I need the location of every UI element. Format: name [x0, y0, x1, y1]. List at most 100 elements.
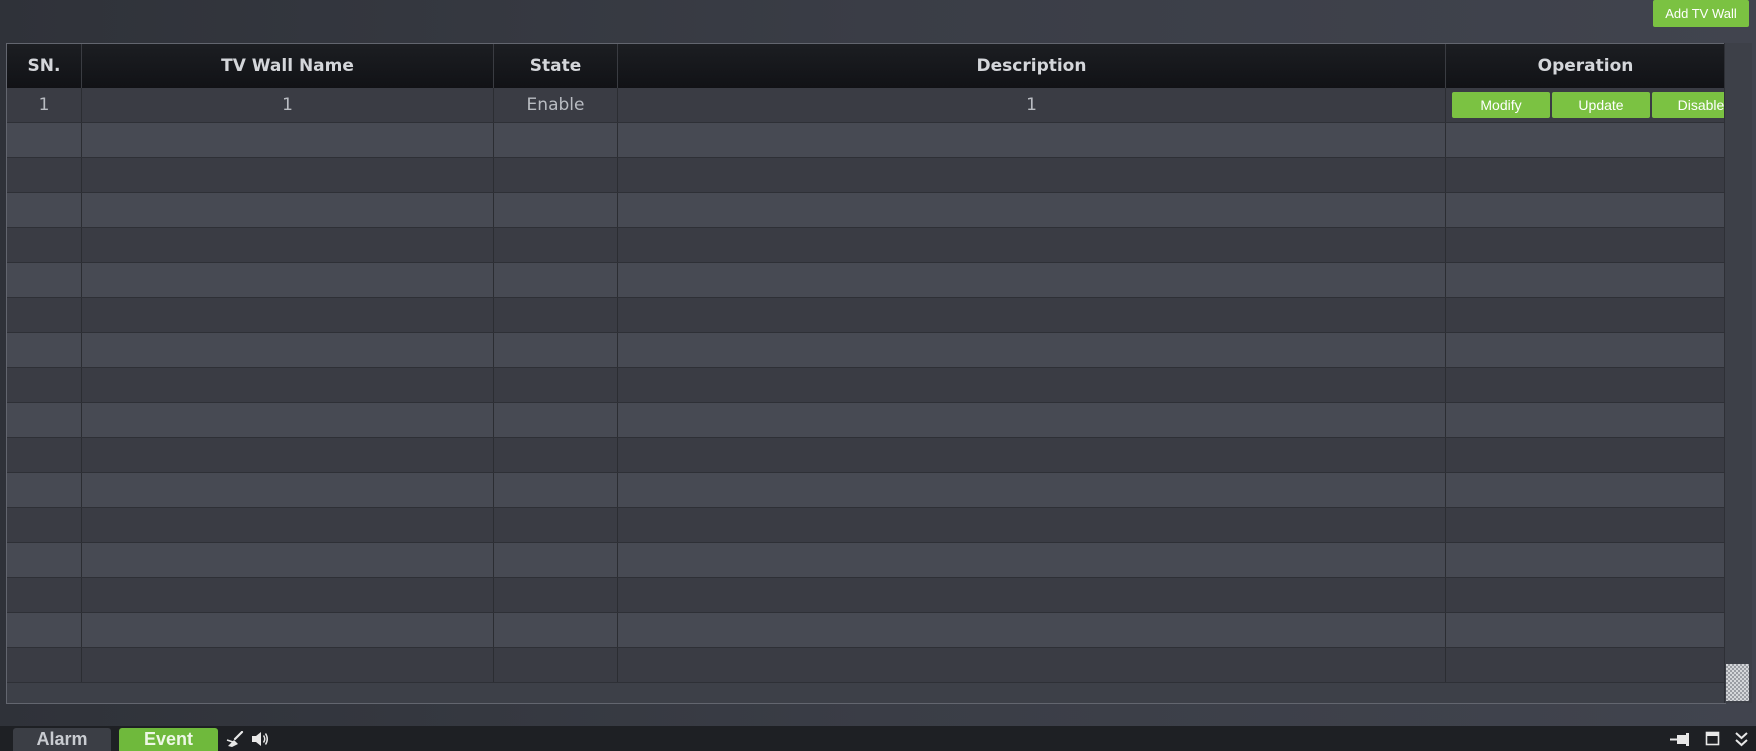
empty-cell	[7, 613, 82, 647]
table-row-empty	[7, 193, 1725, 228]
empty-cell	[7, 473, 82, 507]
column-header-description[interactable]: Description	[618, 44, 1446, 88]
empty-cell	[7, 648, 82, 682]
empty-cell	[7, 298, 82, 332]
table-row-empty	[7, 613, 1725, 648]
empty-cell	[494, 473, 618, 507]
empty-cell	[1446, 403, 1725, 437]
empty-cell	[82, 193, 494, 227]
column-header-sn[interactable]: SN.	[7, 44, 82, 88]
empty-cell	[1446, 298, 1725, 332]
tab-alarm[interactable]: Alarm	[13, 728, 111, 751]
pin-icon[interactable]	[1669, 733, 1691, 746]
update-button[interactable]: Update	[1552, 92, 1650, 118]
empty-cell	[7, 368, 82, 402]
table-row-empty	[7, 333, 1725, 368]
cell-tv-wall-name: 1	[82, 88, 494, 122]
empty-cell	[82, 333, 494, 367]
empty-cell	[1446, 123, 1725, 157]
empty-cell	[1446, 333, 1725, 367]
empty-cell	[494, 158, 618, 192]
table-row-empty	[7, 648, 1725, 683]
empty-cell	[618, 263, 1446, 297]
empty-cell	[1446, 263, 1725, 297]
empty-cell	[82, 263, 494, 297]
tab-event[interactable]: Event	[119, 728, 218, 751]
empty-cell	[82, 613, 494, 647]
disable-button[interactable]: Disable	[1652, 92, 1725, 118]
empty-cell	[618, 368, 1446, 402]
broom-icon[interactable]	[225, 731, 245, 748]
cell-operation: Modify Update Disable	[1446, 88, 1725, 122]
empty-cell	[82, 368, 494, 402]
empty-cell	[618, 613, 1446, 647]
empty-cell	[7, 228, 82, 262]
empty-cell	[7, 333, 82, 367]
cell-sn: 1	[7, 88, 82, 122]
empty-cell	[7, 543, 82, 577]
empty-cell	[7, 158, 82, 192]
empty-cell	[618, 648, 1446, 682]
empty-cell	[82, 123, 494, 157]
empty-cell	[494, 508, 618, 542]
empty-cell	[494, 613, 618, 647]
empty-cell	[82, 158, 494, 192]
empty-cell	[82, 508, 494, 542]
empty-cell	[494, 368, 618, 402]
empty-cell	[618, 473, 1446, 507]
empty-cell	[618, 298, 1446, 332]
empty-cell	[7, 578, 82, 612]
table-body: 1 1 Enable 1 Modify Update Disable	[7, 88, 1725, 683]
empty-cell	[82, 403, 494, 437]
empty-cell	[1446, 648, 1725, 682]
empty-cell	[494, 333, 618, 367]
empty-cell	[494, 403, 618, 437]
empty-cell	[7, 508, 82, 542]
empty-cell	[1446, 473, 1725, 507]
empty-cell	[618, 228, 1446, 262]
table-row-empty	[7, 473, 1725, 508]
empty-cell	[1446, 613, 1725, 647]
collapse-icon[interactable]	[1734, 730, 1749, 748]
empty-cell	[618, 403, 1446, 437]
empty-cell	[1446, 578, 1725, 612]
table-row-empty	[7, 543, 1725, 578]
empty-cell	[618, 333, 1446, 367]
column-header-tv-wall-name[interactable]: TV Wall Name	[82, 44, 494, 88]
empty-cell	[82, 473, 494, 507]
empty-cell	[82, 228, 494, 262]
empty-cell	[1446, 193, 1725, 227]
empty-cell	[82, 578, 494, 612]
empty-cell	[618, 123, 1446, 157]
empty-cell	[7, 438, 82, 472]
column-header-state[interactable]: State	[494, 44, 618, 88]
empty-cell	[618, 158, 1446, 192]
empty-cell	[82, 298, 494, 332]
scrollbar-thumb[interactable]	[1726, 664, 1749, 701]
table-row-empty	[7, 578, 1725, 613]
vertical-scrollbar[interactable]	[1724, 43, 1752, 703]
add-tv-wall-button[interactable]: Add TV Wall	[1653, 0, 1749, 27]
table-row-empty	[7, 228, 1725, 263]
table-row-empty	[7, 123, 1725, 158]
empty-cell	[1446, 438, 1725, 472]
empty-cell	[494, 578, 618, 612]
empty-cell	[7, 193, 82, 227]
table-row-empty	[7, 403, 1725, 438]
column-header-operation[interactable]: Operation	[1446, 44, 1725, 88]
empty-cell	[494, 263, 618, 297]
cell-description: 1	[618, 88, 1446, 122]
empty-cell	[1446, 228, 1725, 262]
table-row-empty	[7, 298, 1725, 333]
table-row[interactable]: 1 1 Enable 1 Modify Update Disable	[7, 88, 1725, 123]
empty-cell	[618, 193, 1446, 227]
table-row-empty	[7, 438, 1725, 473]
empty-cell	[494, 298, 618, 332]
modify-button[interactable]: Modify	[1452, 92, 1550, 118]
maximize-icon[interactable]	[1705, 731, 1720, 746]
empty-cell	[494, 228, 618, 262]
empty-cell	[7, 263, 82, 297]
empty-cell	[494, 123, 618, 157]
speaker-icon[interactable]	[251, 731, 269, 747]
empty-cell	[1446, 543, 1725, 577]
